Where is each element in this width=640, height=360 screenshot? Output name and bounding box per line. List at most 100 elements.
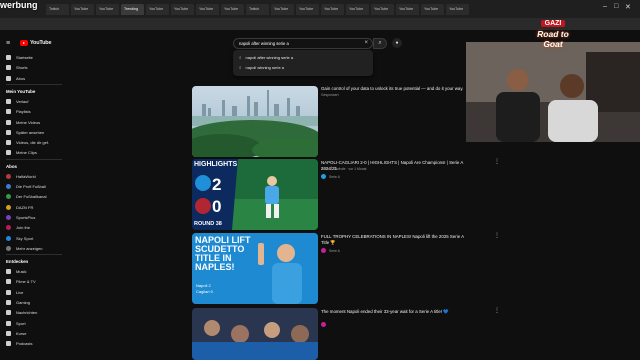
sidebar-item[interactable]: Shorts [6, 65, 64, 71]
sidebar-item-label: Kurse [16, 330, 27, 336]
sidebar-item[interactable]: Filme & TV [6, 279, 64, 285]
sidebar-item[interactable]: Verlauf [6, 98, 64, 104]
sidebar-item[interactable]: Meine Clips [6, 150, 64, 156]
channel-avatar [321, 248, 326, 253]
channel-avatar [321, 174, 326, 179]
search-input[interactable]: napoli after winning serie a × [233, 38, 373, 49]
result-thumbnail[interactable] [192, 86, 318, 157]
thumbnail-score-home: Napoli 2 [196, 283, 211, 288]
sidebar-item[interactable]: Gaming [6, 300, 64, 305]
result-title[interactable]: Gain control of your data to unlock its … [321, 86, 471, 92]
result-title[interactable]: The moment Napoli ended their 33-year wa… [321, 309, 471, 315]
more-options-icon[interactable]: ⋮ [494, 158, 500, 165]
browser-tab[interactable]: YouTube [346, 3, 369, 15]
browser-tab[interactable]: YouTube [271, 3, 294, 15]
brand-name: GAZI [540, 20, 566, 27]
maximize-icon[interactable]: □ [614, 3, 618, 10]
browser-tab[interactable]: YouTube [371, 3, 394, 15]
browser-tab[interactable]: YouTube [71, 3, 94, 15]
sidebar-item[interactable]: Startseite [6, 55, 64, 60]
more-options-icon[interactable]: ⋮ [494, 307, 500, 314]
channel-avatar [6, 204, 11, 210]
browser-tab[interactable]: YouTube [196, 3, 219, 15]
sidebar-item[interactable]: Der Fußballkanal [6, 194, 64, 200]
brand-tagline: Road to Goat [537, 29, 569, 49]
suggestion-item[interactable]: ⌕ napoli after winning serie a [239, 55, 293, 60]
sidebar-item[interactable]: Sky Sport [6, 235, 64, 241]
sidebar-item[interactable]: Sport [6, 320, 64, 326]
channel-avatar [6, 214, 11, 220]
sidebar-item[interactable]: Später ansehen [6, 129, 64, 135]
microphone-icon: ● [395, 40, 399, 46]
browser-tab[interactable]: Twitch [46, 3, 69, 15]
search-icon: ⌕ [378, 40, 382, 46]
result-channel[interactable]: Gesponsert [321, 93, 339, 97]
sidebar-divider [6, 83, 62, 85]
result-channel[interactable]: Serie A [321, 174, 340, 179]
sidebar-item[interactable]: Die Profi Fußball [6, 184, 64, 189]
thumbnail-home-score: 2 [212, 175, 222, 194]
youtube-logo-icon [20, 40, 28, 46]
search-icon: ⌕ [239, 55, 242, 60]
sidebar-item-label: Meine Videos [16, 119, 41, 125]
sidebar-item[interactable]: Mehr anzeigen [6, 245, 64, 251]
result-title[interactable]: FULL TROPHY CELEBRATIONS IN NAPLES! Napo… [321, 234, 471, 246]
sidebar-item[interactable]: Kurse [6, 330, 64, 336]
sidebar-item[interactable]: Meine Videos [6, 119, 64, 125]
clear-search-icon[interactable]: × [364, 40, 368, 46]
browser-tab[interactable]: YouTube [396, 3, 419, 15]
sidebar-item-label: Meine Clips [16, 150, 37, 156]
voice-search-button[interactable]: ● [392, 38, 402, 48]
thumbnail-round: ROUND 38 [194, 221, 222, 227]
nav-icon [6, 341, 11, 347]
sidebar-item[interactable]: Join the [6, 225, 64, 231]
menu-icon[interactable]: ≡ [6, 40, 10, 47]
stream-frame: werbung Twitch YouTube YouTube Trending YouT… [0, 0, 640, 360]
sidebar-section-title[interactable]: Mein YouTube [6, 89, 35, 94]
browser-tab[interactable]: YouTube [321, 3, 344, 15]
youtube-logo[interactable]: YouTube [20, 40, 52, 46]
search-query: napoli after winning serie a [239, 41, 289, 46]
nav-icon [6, 140, 11, 146]
sidebar-item[interactable]: Podcasts [6, 341, 64, 347]
result-channel[interactable] [321, 322, 326, 327]
sidebar-item-label: Videos, die dir gef. [16, 140, 50, 146]
sidebar-item[interactable]: Musik [6, 269, 64, 275]
sidebar-item[interactable]: Playlists [6, 109, 64, 115]
browser-tab[interactable]: YouTube [96, 3, 119, 15]
minimize-icon[interactable]: – [603, 3, 607, 10]
sidebar-section-title[interactable]: Entdecken [6, 259, 28, 264]
browser-tab[interactable]: YouTube [446, 3, 469, 15]
browser-tab[interactable]: YouTube [221, 3, 244, 15]
browser-tab[interactable]: YouTube [146, 3, 169, 15]
nav-icon [6, 119, 11, 125]
sidebar-section-title[interactable]: Abos [6, 164, 17, 169]
sidebar-item[interactable]: Nachrichten [6, 310, 64, 316]
sidebar-item-label: Musik [16, 269, 27, 275]
sidebar-item-label: Abos [16, 75, 26, 81]
result-channel[interactable]: Serie A [321, 248, 340, 253]
search-button[interactable]: ⌕ [373, 38, 387, 49]
sidebar-item[interactable]: DAZN FR [6, 204, 64, 210]
more-options-icon[interactable]: ⋮ [494, 232, 500, 239]
sidebar-item-label: Live [16, 289, 24, 295]
channel-avatar [6, 173, 11, 179]
browser-tab[interactable]: YouTube [421, 3, 444, 15]
browser-tab[interactable]: Twitch [246, 3, 269, 15]
sidebar-item[interactable]: Live [6, 289, 64, 295]
browser-tab[interactable]: YouTube [171, 3, 194, 15]
result-thumbnail[interactable] [192, 308, 318, 360]
sidebar-item[interactable]: Videos, die dir gef. [6, 140, 64, 146]
sidebar-item-label: HalfaWorld [16, 173, 36, 179]
close-icon[interactable]: ✕ [625, 3, 631, 11]
browser-tab[interactable]: YouTube [296, 3, 319, 15]
sidebar-item[interactable]: Abos [6, 75, 64, 81]
channel-name: Gesponsert [321, 93, 339, 97]
sidebar-item[interactable]: SportsPlus [6, 214, 64, 220]
browser-tab[interactable]: Trending [121, 3, 144, 15]
sidebar-item[interactable]: HalfaWorld [6, 173, 64, 179]
result-thumbnail[interactable]: HIGHLIGHTS 2 0 ROUND 38 [192, 159, 318, 230]
nav-icon [6, 150, 11, 156]
suggestion-item[interactable]: ⌕ napoli winning serie a [239, 65, 284, 70]
result-thumbnail[interactable]: NAPOLI LIFT SCUDETTO TITLE IN NAPLES! Na… [192, 233, 318, 304]
